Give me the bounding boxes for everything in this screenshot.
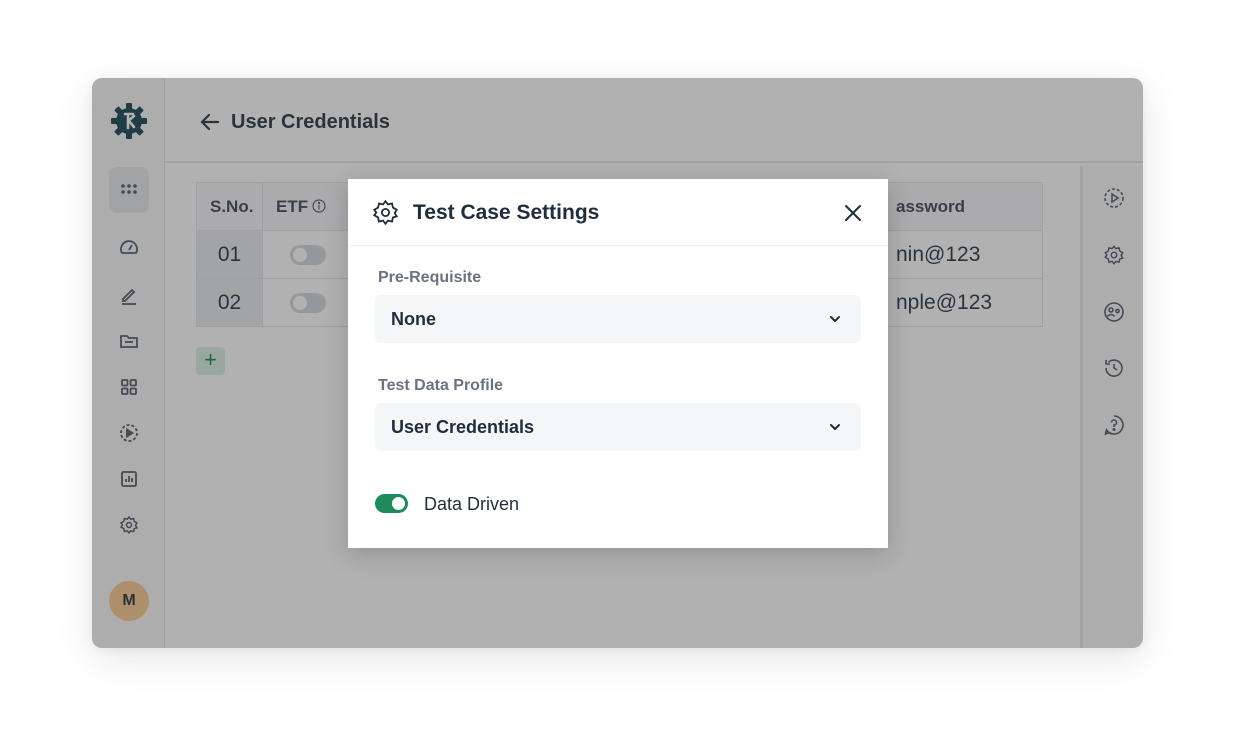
settings-gear-icon: [372, 199, 399, 226]
prerequisite-value: None: [391, 309, 436, 329]
test-case-settings-modal: Test Case Settings Pre-Requisite None Te…: [348, 179, 888, 548]
chevron-down-icon: [830, 424, 840, 430]
test-data-profile-select[interactable]: User Credentials: [375, 403, 861, 451]
test-data-profile-value: User Credentials: [391, 417, 535, 437]
prerequisite-select[interactable]: None: [375, 295, 861, 343]
modal-title: Test Case Settings: [413, 201, 600, 224]
chevron-down-icon: [830, 316, 840, 322]
modal-header: Test Case Settings: [348, 179, 888, 246]
data-driven-label: Data Driven: [424, 494, 520, 514]
prerequisite-label: Pre-Requisite: [378, 269, 482, 286]
data-driven-toggle[interactable]: [375, 494, 408, 513]
test-data-profile-label: Test Data Profile: [378, 377, 504, 394]
close-icon[interactable]: [841, 201, 865, 225]
